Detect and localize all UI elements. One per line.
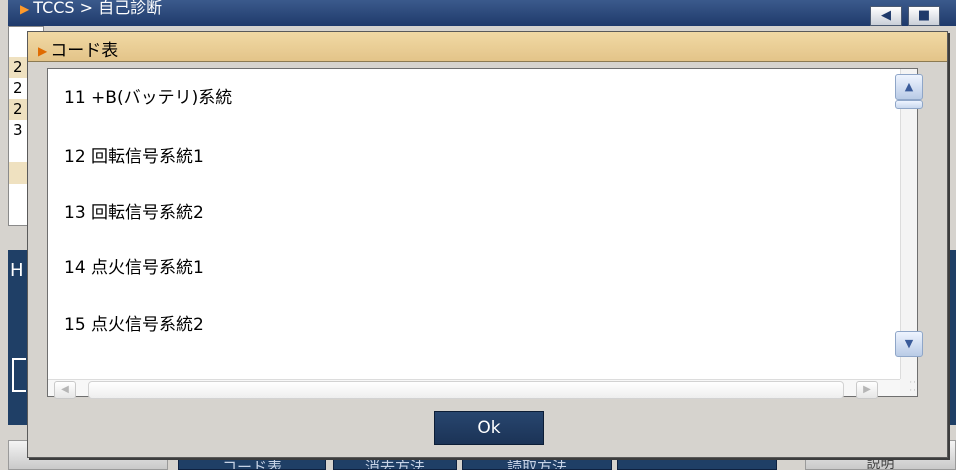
back-arrow-icon[interactable]: ◀ [870, 6, 902, 26]
list-item[interactable]: 14 点火信号系統1 [64, 253, 204, 278]
code-list[interactable]: 11 +B(バッテリ)系統 12 回転信号系統1 13 回転信号系統2 14 点… [47, 68, 923, 399]
background-info-panel-right [950, 250, 956, 425]
vertical-scrollbar[interactable]: ▲ ▼ [895, 69, 923, 379]
scroll-right-icon[interactable]: ▶ [856, 381, 878, 399]
scroll-left-icon[interactable]: ◀ [54, 381, 76, 399]
dialog-title-bar: ▶ コード表 [28, 32, 947, 62]
window-action-icon[interactable]: ■ [908, 6, 940, 26]
scroll-up-icon[interactable]: ▲ [895, 74, 923, 100]
orange-triangle-icon: ▶ [38, 44, 48, 58]
background-window-title: ▶ TCCS > 自己診断 [20, 0, 162, 18]
code-table-dialog: ▶ コード表 11 +B(バッテリ)系統 12 回転信号系統1 13 回転信号系統… [27, 31, 948, 458]
dialog-title: ▶ コード表 [38, 36, 118, 61]
info-panel-letter: H [10, 260, 24, 281]
list-item[interactable]: 11 +B(バッテリ)系統 [64, 83, 232, 108]
ok-button[interactable]: Ok [434, 411, 544, 445]
horizontal-scrollbar[interactable]: ◀ ▶ [48, 379, 900, 399]
orange-triangle-icon: ▶ [20, 2, 30, 16]
list-item[interactable]: 13 回転信号系統2 [64, 198, 204, 223]
list-item[interactable]: 15 点火信号系統2 [64, 310, 204, 335]
scroll-down-icon[interactable]: ▼ [895, 331, 923, 357]
info-panel-bracket [12, 358, 26, 392]
horizontal-scroll-thumb[interactable] [88, 381, 844, 399]
resize-grip-icon[interactable]: ·· ·· [900, 379, 917, 396]
background-title-bar: ▶ TCCS > 自己診断 ◀ ■ [8, 0, 956, 26]
dialog-title-text: コード表 [50, 41, 119, 61]
list-item[interactable]: 12 回転信号系統1 [64, 142, 204, 167]
background-title-text: TCCS > 自己診断 [33, 0, 163, 17]
vertical-scroll-thumb[interactable] [895, 100, 923, 109]
